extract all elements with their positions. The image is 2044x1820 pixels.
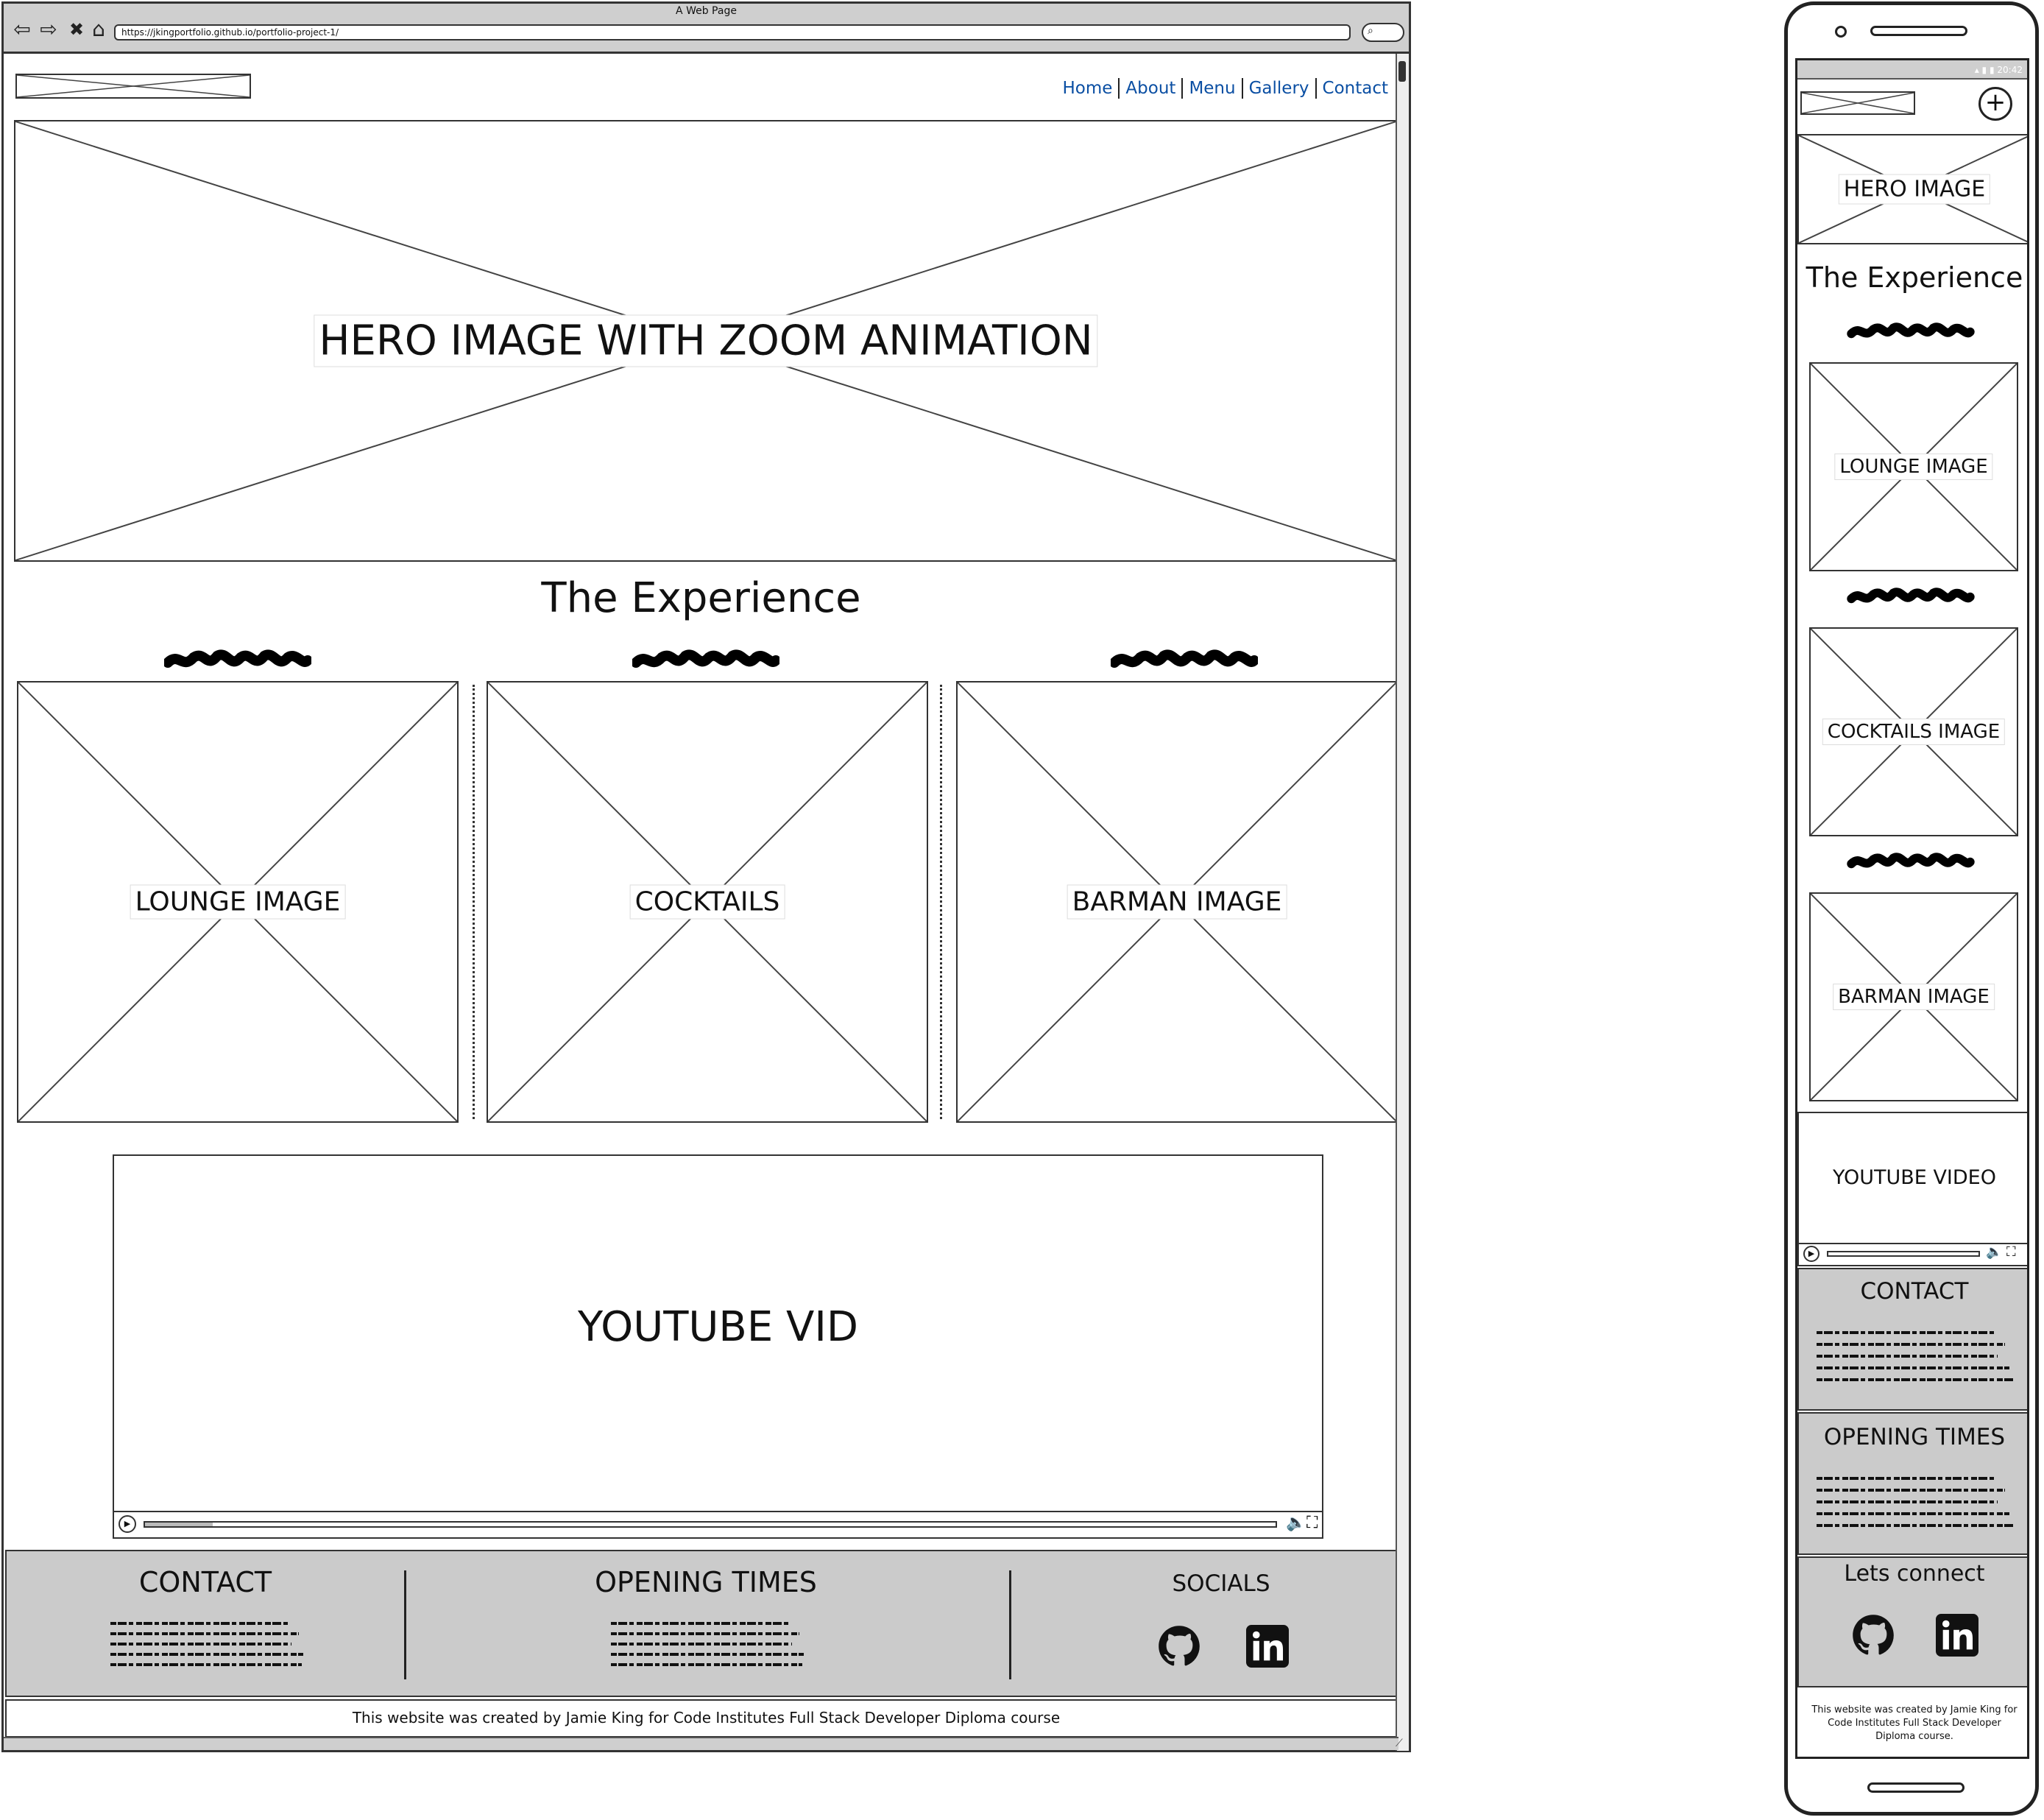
scribble-text-placeholder [1847,588,1975,604]
volume-icon[interactable]: 🔈 [1986,1244,2002,1260]
contact-text-scribble [1817,1331,2015,1381]
video-controls: ▶ 🔈 ⛶ [114,1511,1322,1537]
volume-icon[interactable]: 🔈 [1286,1514,1306,1532]
speaker-grille [1870,26,1967,36]
lounge-image-placeholder: LOUNGE IMAGE [1809,362,2018,571]
home-button[interactable] [1867,1782,1965,1793]
video-label: YOUTUBE VIDEO [1833,1166,1996,1189]
barman-image-placeholder: BARMAN IMAGE [956,681,1398,1123]
placeholder-cross [17,75,250,97]
back-icon[interactable]: ⇦ [11,18,33,40]
scribble-text-placeholder [1111,649,1258,668]
card-label: COCKTAILS IMAGE [1822,719,2006,745]
hero-label: HERO IMAGE [1838,174,1991,205]
connect-heading: Lets connect [1844,1561,1985,1587]
hero-image-placeholder: HERO IMAGE WITH ZOOM ANIMATION [14,120,1398,562]
status-bar: ▴ ▮ ▮ 20:42 [1797,60,2027,80]
card-label: BARMAN IMAGE [1833,984,1995,1010]
contact-section: CONTACT [1797,1268,2027,1411]
hero-image-placeholder: HERO IMAGE [1797,134,2027,244]
search-icon: ⌕ [1368,25,1373,37]
nav-menu[interactable]: Menu [1183,79,1241,98]
forward-icon[interactable]: ⇨ [38,18,60,40]
opening-times-text-scribble [611,1622,804,1666]
card-label: LOUNGE IMAGE [1834,454,1993,480]
resize-grip-icon[interactable]: ⟋ [1396,1738,1406,1749]
fullscreen-icon[interactable]: ⛶ [1306,1514,1318,1532]
video-progress-bar[interactable] [1827,1251,1980,1257]
scribble-text-placeholder [1847,853,1975,869]
url-bar[interactable]: https://jkingportfolio.github.io/portfol… [114,24,1351,40]
site-credit: This website was created by Jamie King f… [1811,1704,2018,1742]
opening-times-text-scribble [1817,1477,2015,1527]
footer-separator [404,1570,406,1679]
play-icon[interactable]: ▶ [119,1515,136,1533]
hero-label: HERO IMAGE WITH ZOOM ANIMATION [314,314,1098,367]
camera-icon [1835,26,1847,38]
close-icon[interactable]: ✖ [66,18,88,40]
github-icon[interactable] [1852,1614,1895,1657]
connect-section: Lets connect [1797,1556,2027,1687]
cocktails-image-placeholder: COCKTAILS IMAGE [1809,627,2018,836]
nav-gallery[interactable]: Gallery [1243,79,1315,98]
window-title: A Web Page [676,5,737,17]
browser-titlebar: A Web Page ⇦ ⇨ ✖ ⌂ https://jkingportfoli… [4,4,1409,54]
cocktails-image-placeholder: COCKTAILS [487,681,928,1123]
status-icons: ▴ ▮ ▮ [1974,65,1998,75]
video-progress-bar[interactable] [144,1521,1277,1528]
fullscreen-icon[interactable]: ⛶ [2006,1244,2016,1260]
scribble-text-placeholder [632,649,779,668]
video-progress-fill [145,1523,213,1526]
section-title: The Experience [1806,261,2023,294]
nav-contact[interactable]: Contact [1317,79,1394,98]
card-label: LOUNGE IMAGE [130,884,346,920]
github-icon[interactable] [1158,1625,1200,1668]
vertical-scrollbar[interactable] [1396,54,1409,1751]
linkedin-icon[interactable] [1246,1625,1289,1668]
horizontal-scrollbar[interactable] [4,1737,1398,1750]
barman-image-placeholder: BARMAN IMAGE [1809,892,2018,1101]
mobile-device-frame: ▴ ▮ ▮ 20:42 + HERO IMAGE The Experience [1784,1,2039,1816]
footer-separator [1009,1570,1011,1679]
nav-home[interactable]: Home [1057,79,1119,98]
placeholder-cross [1802,93,1914,113]
nav-about[interactable]: About [1120,79,1181,98]
opening-times-heading: OPENING TIMES [1823,1424,2006,1450]
plus-icon[interactable]: + [1978,87,2012,121]
home-icon[interactable]: ⌂ [88,18,110,40]
lounge-image-placeholder: LOUNGE IMAGE [17,681,459,1123]
logo-placeholder[interactable] [1800,91,1915,115]
contact-heading: CONTACT [1860,1278,1969,1305]
play-icon[interactable]: ▶ [1803,1246,1820,1262]
search-button[interactable]: ⌕ [1362,23,1404,42]
contact-heading: CONTACT [138,1566,272,1598]
status-time: 20:42 [1997,65,2023,75]
card-divider [473,685,475,1119]
youtube-video-placeholder[interactable]: YOUTUBE VID ▶ 🔈 ⛶ [113,1154,1323,1539]
main-nav: Home About Menu Gallery Contact [1057,76,1395,101]
site-footer: CONTACT OPENING TIMES SOCIALS [5,1550,1407,1697]
opening-times-section: OPENING TIMES [1797,1412,2027,1555]
desktop-browser-window: A Web Page ⇦ ⇨ ✖ ⌂ https://jkingportfoli… [1,1,1411,1752]
youtube-video-placeholder[interactable]: YOUTUBE VIDEO ▶ 🔈 ⛶ [1797,1112,2027,1266]
socials-heading: SOCIALS [1172,1570,1270,1597]
site-credit: This website was created by Jamie King f… [5,1699,1407,1738]
linkedin-icon[interactable] [1936,1614,1978,1657]
section-title: The Experience [541,574,861,622]
card-label: BARMAN IMAGE [1067,884,1287,920]
contact-text-scribble [110,1622,303,1666]
mobile-screen: ▴ ▮ ▮ 20:42 + HERO IMAGE The Experience [1795,58,2029,1759]
opening-times-heading: OPENING TIMES [595,1566,817,1598]
card-label: COCKTAILS [629,884,785,920]
scribble-text-placeholder [1847,322,1975,339]
card-divider [940,685,942,1119]
video-label: YOUTUBE VID [578,1303,858,1351]
scrollbar-thumb[interactable] [1398,61,1406,82]
scribble-text-placeholder [164,649,311,668]
video-controls: ▶ 🔈 ⛶ [1799,1243,2027,1265]
logo-placeholder[interactable] [15,74,251,99]
